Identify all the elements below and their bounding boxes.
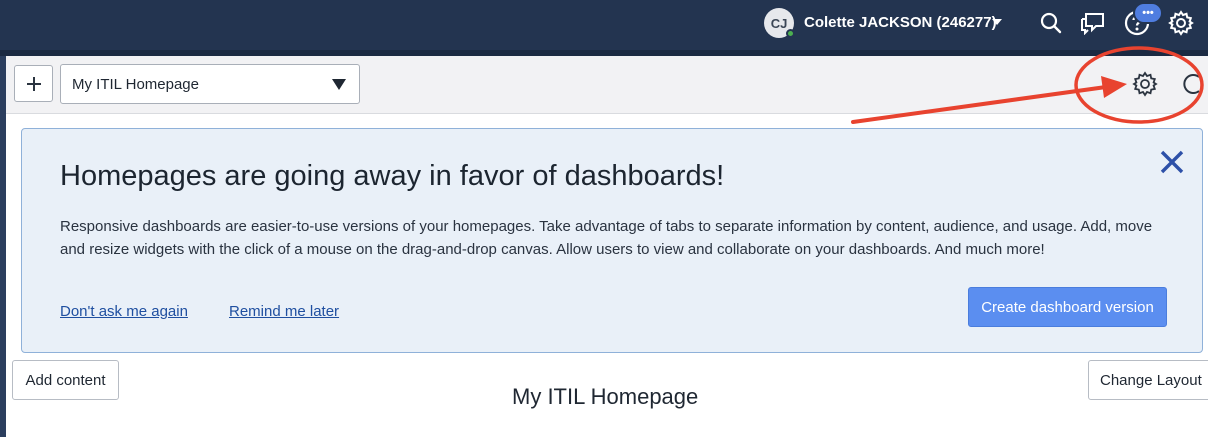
plus-icon [26, 76, 41, 91]
gear-icon[interactable] [1166, 8, 1196, 38]
top-header: CJ Colette JACKSON (246277) ••• [0, 0, 1208, 50]
page-title: My ITIL Homepage [512, 384, 699, 409]
change-layout-button[interactable]: Change Layout [1088, 360, 1208, 400]
close-icon[interactable] [1157, 147, 1187, 177]
homepage-screen: CJ Colette JACKSON (246277) ••• My ITIL … [0, 0, 1208, 437]
add-content-button[interactable]: Add content [12, 360, 119, 400]
remind-later-link[interactable]: Remind me later [229, 303, 339, 320]
user-menu-caret-icon[interactable] [992, 19, 1002, 25]
avatar-initials: CJ [770, 15, 788, 31]
dashboard-migration-banner: Homepages are going away in favor of das… [21, 128, 1203, 353]
dropdown-caret-icon [332, 79, 346, 90]
create-dashboard-button[interactable]: Create dashboard version [968, 287, 1167, 327]
banner-title: Homepages are going away in favor of das… [60, 160, 725, 192]
refresh-icon[interactable] [1177, 68, 1208, 100]
search-icon[interactable] [1036, 8, 1066, 38]
left-nav-edge [0, 56, 6, 437]
presence-indicator [786, 29, 795, 38]
homepage-settings-gear-icon[interactable] [1129, 68, 1161, 100]
homepage-select[interactable]: My ITIL Homepage [60, 64, 360, 104]
chat-icon[interactable] [1078, 8, 1108, 38]
banner-body: Responsive dashboards are easier-to-use … [60, 218, 1153, 258]
add-homepage-button[interactable] [14, 65, 53, 102]
notification-badge: ••• [1133, 2, 1163, 24]
dont-ask-again-link[interactable]: Don't ask me again [60, 303, 188, 320]
user-name[interactable]: Colette JACKSON (246277) [804, 14, 997, 31]
homepage-select-value: My ITIL Homepage [72, 76, 199, 93]
